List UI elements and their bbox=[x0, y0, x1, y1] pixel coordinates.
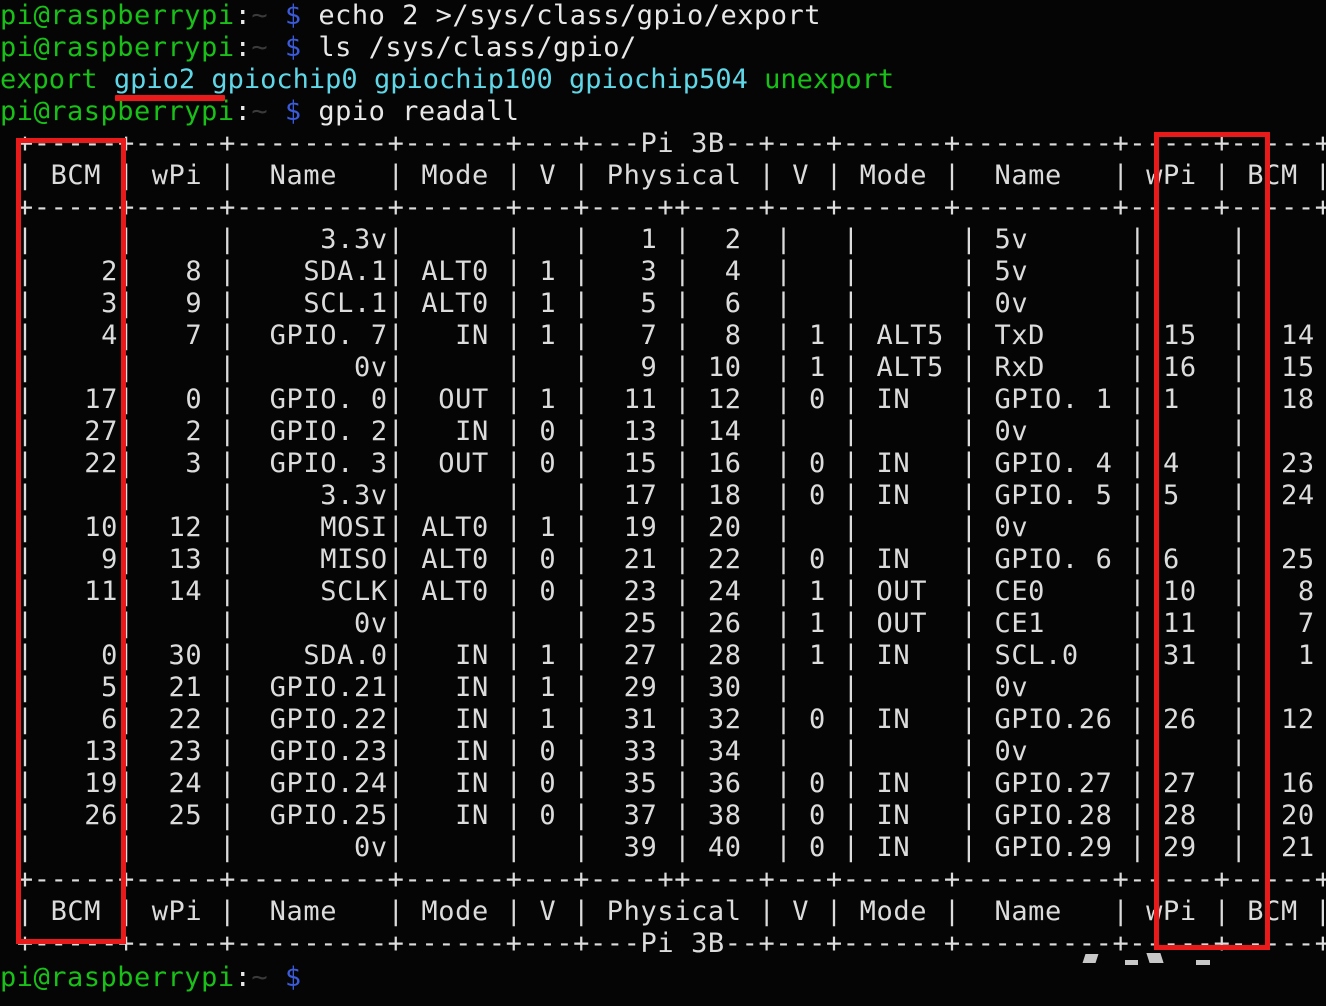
table-data-row: | 10| 12 | MOSI| ALT0 | 1 | 19 | 20 | | … bbox=[0, 512, 1326, 543]
command-text-1: echo 2 >/sys/class/gpio/export bbox=[318, 0, 822, 31]
prompt-path: ~ bbox=[251, 0, 269, 31]
table-data-row: | 6| 22 | GPIO.22| IN | 1 | 31 | 32 | 0 … bbox=[0, 704, 1326, 735]
ls-entry-gpiochip0: gpiochip0 bbox=[211, 64, 358, 95]
render-artifact bbox=[1082, 954, 1099, 963]
table-footer-row: | BCM | wPi | Name | Mode | V | Physical… bbox=[0, 896, 1326, 927]
prompt-path: ~ bbox=[251, 962, 269, 993]
table-border-bottom: +-----+-----+---------+------+---+---Pi … bbox=[0, 928, 1326, 959]
prompt-colon: : bbox=[234, 0, 252, 31]
table-data-row: | 4| 7 | GPIO. 7| IN | 1 | 7 | 8 | 1 | A… bbox=[0, 320, 1326, 351]
prompt-path: ~ bbox=[251, 32, 269, 63]
prompt-sigil: $ bbox=[268, 32, 319, 63]
table-data-row: | 3| 9 | SCL.1| ALT0 | 1 | 5 | 6 | | | 0… bbox=[0, 288, 1326, 319]
prompt-sigil: $ bbox=[268, 96, 319, 127]
terminal-window[interactable]: pi@raspberrypi:~ $ echo 2 >/sys/class/gp… bbox=[0, 0, 1326, 1006]
terminal-line-command-2: pi@raspberrypi:~ $ ls /sys/class/gpio/ bbox=[0, 32, 637, 64]
terminal-line-command-3: pi@raspberrypi:~ $ gpio readall bbox=[0, 96, 519, 128]
table-data-row: | 19| 24 | GPIO.24| IN | 0 | 35 | 36 | 0… bbox=[0, 768, 1326, 799]
table-data-row: | | | 3.3v| | | 1 | 2 | | | 5v | | | bbox=[0, 224, 1326, 255]
ls-entry-gpiochip504: gpiochip504 bbox=[569, 64, 748, 95]
table-border-top: +-----+-----+---------+------+---+---Pi … bbox=[0, 128, 1326, 159]
table-data-row: | 17| 0 | GPIO. 0| OUT | 1 | 11 | 12 | 0… bbox=[0, 384, 1326, 415]
ls-entry-export: export bbox=[0, 64, 98, 95]
table-data-row: | 11| 14 | SCLK| ALT0 | 0 | 23 | 24 | 1 … bbox=[0, 576, 1326, 607]
gpio-readall-table: +-----+-----+---------+------+---+---Pi … bbox=[0, 128, 1326, 960]
table-data-row: | | | 3.3v| | | 17 | 18 | 0 | IN | GPIO.… bbox=[0, 480, 1326, 511]
table-data-row: | 13| 23 | GPIO.23| IN | 0 | 33 | 34 | |… bbox=[0, 736, 1326, 767]
table-data-row: | 27| 2 | GPIO. 2| IN | 0 | 13 | 14 | | … bbox=[0, 416, 1326, 447]
ls-entry-gpiochip100: gpiochip100 bbox=[373, 64, 553, 95]
table-border-mid-bottom: +-----+-----+---------+------+---+----++… bbox=[0, 864, 1326, 895]
prompt-user-host: pi@raspberrypi bbox=[0, 0, 235, 31]
prompt-colon: : bbox=[234, 32, 252, 63]
table-data-row: | 22| 3 | GPIO. 3| OUT | 0 | 15 | 16 | 0… bbox=[0, 448, 1326, 479]
highlight-underline-gpio2 bbox=[115, 95, 225, 101]
table-data-row: | 2| 8 | SDA.1| ALT0 | 1 | 3 | 4 | | | 5… bbox=[0, 256, 1326, 287]
table-data-row: | 26| 25 | GPIO.25| IN | 0 | 37 | 38 | 0… bbox=[0, 800, 1326, 831]
table-data-row: | | | 0v| | | 9 | 10 | 1 | ALT5 | RxD | … bbox=[0, 352, 1326, 383]
terminal-line-final-prompt[interactable]: pi@raspberrypi:~ $ bbox=[0, 962, 318, 994]
table-data-row: | 0| 30 | SDA.0| IN | 1 | 27 | 28 | 1 | … bbox=[0, 640, 1326, 671]
ls-entry-unexport: unexport bbox=[764, 64, 895, 95]
prompt-sigil: $ bbox=[268, 962, 319, 993]
prompt-user-host: pi@raspberrypi bbox=[0, 962, 235, 993]
table-data-row: | 5| 21 | GPIO.21| IN | 1 | 29 | 30 | | … bbox=[0, 672, 1326, 703]
prompt-path: ~ bbox=[251, 96, 269, 127]
table-data-row: | | | 0v| | | 39 | 40 | 0 | IN | GPIO.29… bbox=[0, 832, 1326, 863]
render-artifact bbox=[1146, 953, 1164, 963]
ls-output-row: export gpio2 gpiochip0 gpiochip100 gpioc… bbox=[0, 64, 894, 96]
table-header-row: | BCM | wPi | Name | Mode | V | Physical… bbox=[0, 160, 1326, 191]
prompt-colon: : bbox=[234, 962, 252, 993]
ls-entry-gpio2: gpio2 bbox=[113, 64, 196, 95]
table-data-row: | 9| 13 | MISO| ALT0 | 0 | 21 | 22 | 0 |… bbox=[0, 544, 1326, 575]
table-data-row: | | | 0v| | | 25 | 26 | 1 | OUT | CE1 | … bbox=[0, 608, 1326, 639]
terminal-line-command-1: pi@raspberrypi:~ $ echo 2 >/sys/class/gp… bbox=[0, 0, 821, 32]
prompt-colon: : bbox=[234, 96, 252, 127]
render-artifact bbox=[1196, 960, 1210, 965]
command-text-2: ls /sys/class/gpio/ bbox=[318, 32, 637, 63]
render-artifact bbox=[1125, 960, 1138, 965]
prompt-sigil: $ bbox=[268, 0, 319, 31]
table-border-mid-top: +-----+-----+---------+------+---+----++… bbox=[0, 192, 1326, 223]
prompt-user-host: pi@raspberrypi bbox=[0, 32, 235, 63]
command-text-3: gpio readall bbox=[318, 96, 520, 127]
